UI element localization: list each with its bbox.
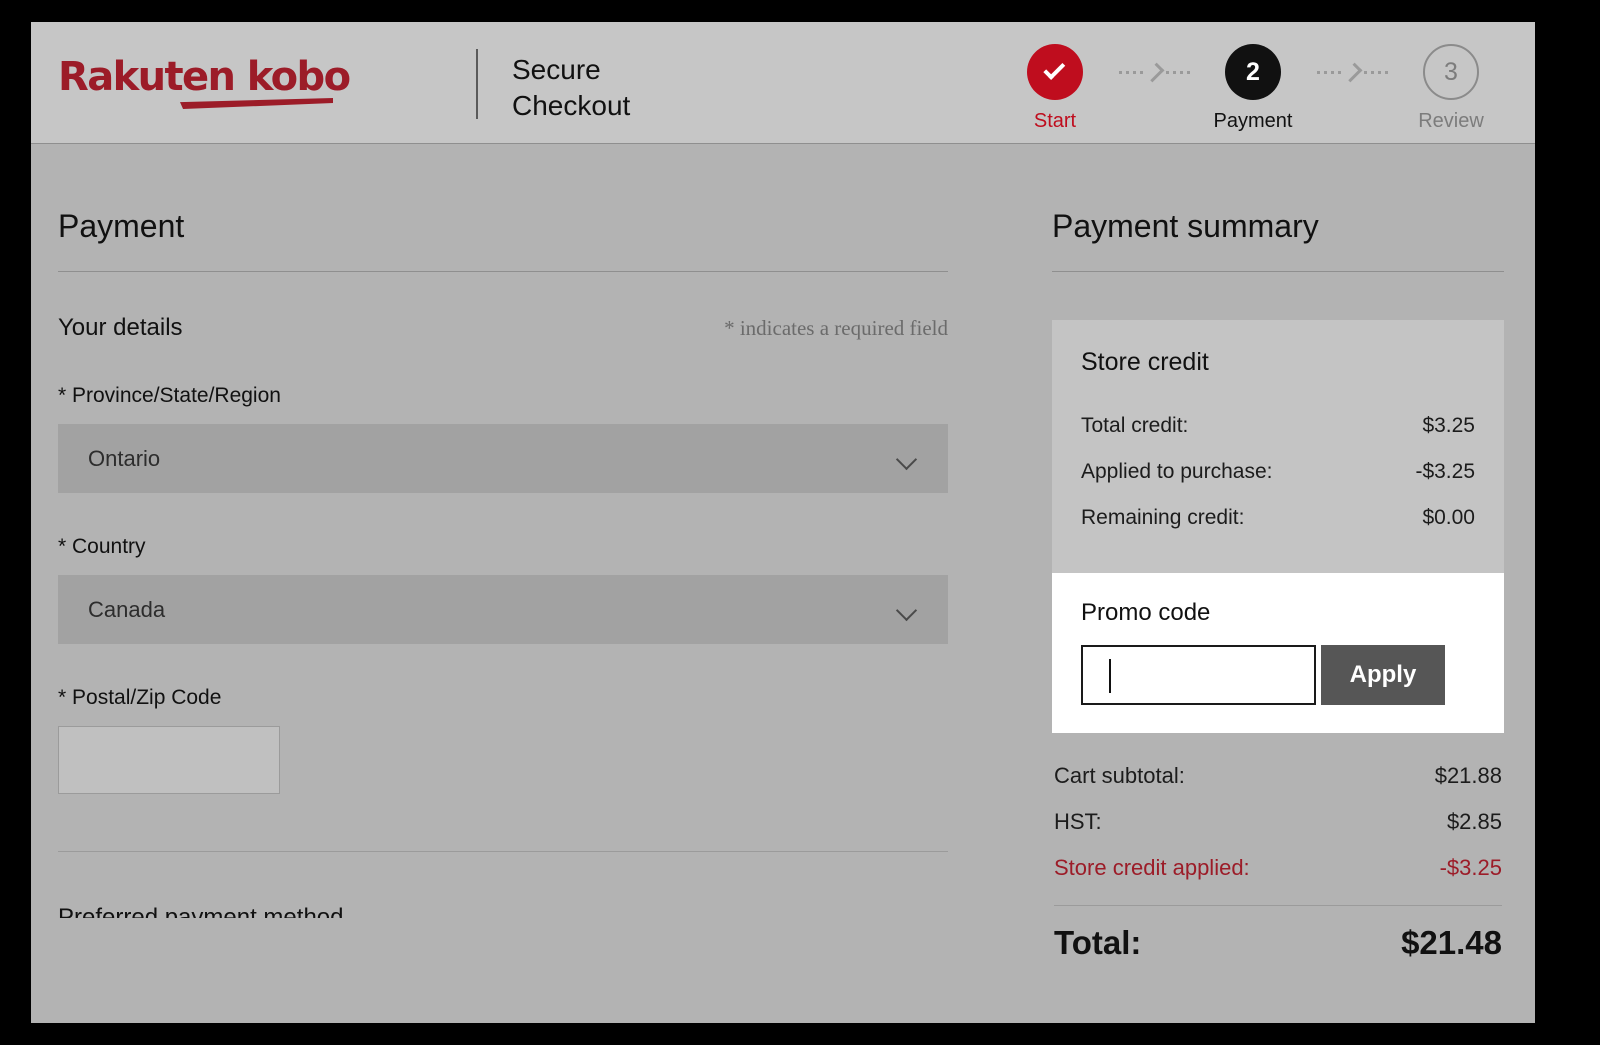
postal-code-label: * Postal/Zip Code (58, 686, 948, 710)
province-select[interactable]: Ontario (58, 424, 948, 493)
preferred-payment-method-title: Preferred payment method (58, 904, 948, 918)
your-details-title: Your details (58, 314, 183, 342)
country-label: * Country (58, 535, 948, 559)
promo-code-input[interactable] (1081, 645, 1316, 705)
grand-total-value: $21.48 (1401, 924, 1502, 962)
secure-checkout-title: Secure Checkout (512, 52, 630, 124)
checkout-content: Payment Your details * indicates a requi… (31, 144, 1535, 1022)
store-credit-row: Applied to purchase: -$3.25 (1081, 449, 1475, 495)
required-field-note: * indicates a required field (724, 316, 948, 341)
store-credit-row-value: -$3.25 (1415, 449, 1475, 495)
stepper-step-payment[interactable]: 2 Payment (1200, 44, 1306, 133)
grand-total-label: Total: (1054, 924, 1141, 962)
step-label-start: Start (1034, 109, 1076, 133)
payment-form-column: Payment Your details * indicates a requi… (58, 144, 948, 918)
your-details-header: Your details * indicates a required fiel… (58, 314, 948, 342)
total-row-subtotal: Cart subtotal: $21.88 (1054, 753, 1502, 799)
total-row-label: Store credit applied: (1054, 845, 1250, 891)
page-title: Payment (58, 144, 948, 245)
promo-code-controls: Apply (1081, 645, 1475, 705)
text-caret (1109, 659, 1111, 693)
province-selected-value: Ontario (88, 446, 160, 472)
totals-divider (1054, 905, 1502, 906)
step-label-payment: Payment (1214, 109, 1293, 133)
province-label: * Province/State/Region (58, 384, 948, 408)
dotted-line-icon (1166, 71, 1190, 74)
step-circle-start (1027, 44, 1083, 100)
store-credit-row-value: $3.25 (1422, 403, 1475, 449)
store-credit-title: Store credit (1081, 348, 1475, 377)
total-row-label: HST: (1054, 799, 1102, 845)
total-row-value: $2.85 (1447, 799, 1502, 845)
grand-total-row: Total: $21.48 (1054, 924, 1502, 962)
store-credit-row: Total credit: $3.25 (1081, 403, 1475, 449)
total-row-value: -$3.25 (1440, 845, 1502, 891)
stepper-connector-1 (1108, 44, 1200, 100)
summary-title-divider (1052, 271, 1504, 272)
chevron-right-icon (1144, 62, 1164, 82)
dotted-line-icon (1364, 71, 1388, 74)
promo-code-panel: Promo code Apply (1052, 573, 1504, 733)
store-credit-panel: Store credit Total credit: $3.25 Applied… (1052, 320, 1504, 573)
summary-title: Payment summary (1052, 144, 1504, 245)
brand-name: Rakuten kobo (58, 54, 358, 100)
check-icon (1043, 58, 1065, 80)
store-credit-row: Remaining credit: $0.00 (1081, 495, 1475, 541)
promo-code-title: Promo code (1081, 599, 1475, 627)
postal-code-input[interactable] (58, 726, 280, 794)
apply-promo-button[interactable]: Apply (1321, 645, 1445, 705)
step-circle-review: 3 (1423, 44, 1479, 100)
dotted-line-icon (1317, 71, 1341, 74)
country-selected-value: Canada (88, 597, 165, 623)
step-label-review: Review (1418, 109, 1484, 133)
rakuten-kobo-logo[interactable]: Rakuten kobo (58, 54, 358, 114)
checkout-page: Rakuten kobo Secure Checkout Start 2 Pay… (31, 22, 1535, 1023)
store-credit-row-label: Applied to purchase: (1081, 449, 1272, 495)
store-credit-row-label: Total credit: (1081, 403, 1188, 449)
store-credit-row-value: $0.00 (1422, 495, 1475, 541)
dotted-line-icon (1119, 71, 1143, 74)
total-row-tax: HST: $2.85 (1054, 799, 1502, 845)
stepper-step-start[interactable]: Start (1002, 44, 1108, 133)
chevron-down-icon (896, 600, 917, 621)
checkout-stepper: Start 2 Payment 3 Review (1002, 44, 1504, 133)
payment-summary-column: Payment summary Store credit Total credi… (1052, 144, 1504, 962)
store-credit-row-label: Remaining credit: (1081, 495, 1244, 541)
country-select[interactable]: Canada (58, 575, 948, 644)
chevron-right-icon (1342, 62, 1362, 82)
total-row-store-credit: Store credit applied: -$3.25 (1054, 845, 1502, 891)
total-row-label: Cart subtotal: (1054, 753, 1185, 799)
site-header: Rakuten kobo Secure Checkout Start 2 Pay… (31, 22, 1535, 144)
stepper-step-review[interactable]: 3 Review (1398, 44, 1504, 133)
chevron-down-icon (896, 449, 917, 470)
total-row-value: $21.88 (1435, 753, 1502, 799)
header-divider (476, 49, 478, 119)
section-divider (58, 851, 948, 852)
title-divider (58, 271, 948, 272)
order-totals: Cart subtotal: $21.88 HST: $2.85 Store c… (1052, 753, 1504, 962)
step-circle-payment: 2 (1225, 44, 1281, 100)
stepper-connector-2 (1306, 44, 1398, 100)
